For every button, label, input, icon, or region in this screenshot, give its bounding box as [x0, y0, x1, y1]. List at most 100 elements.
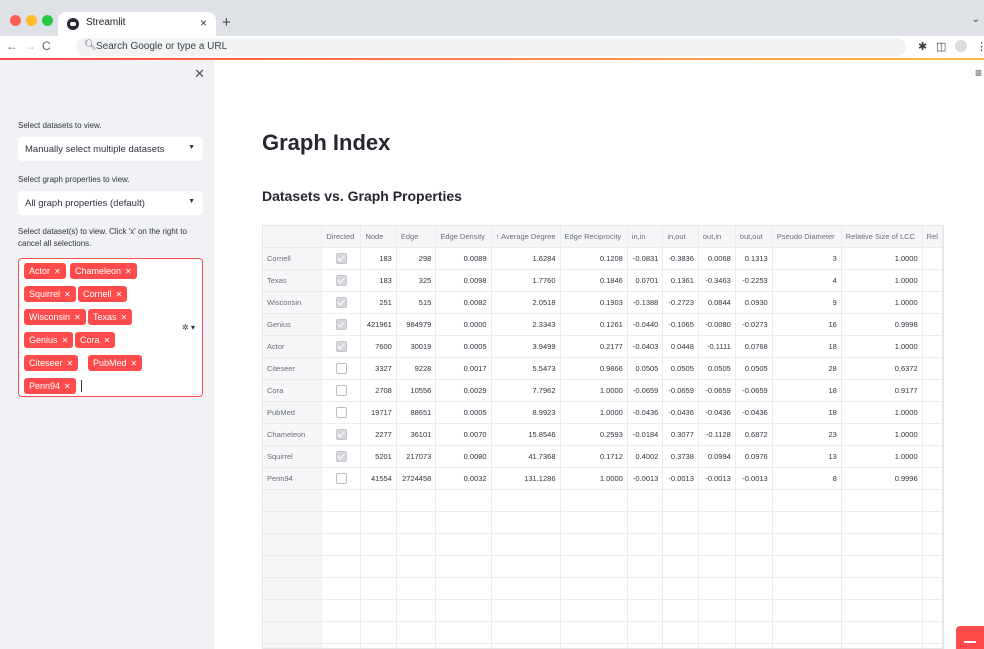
table-cell[interactable]: 0.0098	[435, 269, 492, 292]
table-cell[interactable]: -0.1065	[662, 313, 699, 336]
table-cell[interactable]: 0.0505	[698, 357, 736, 380]
column-header[interactable]: Edge	[396, 226, 437, 248]
table-cell[interactable]: 2.3343	[491, 313, 561, 336]
directed-cell[interactable]	[321, 445, 362, 468]
table-cell[interactable]: 0.9866	[560, 357, 628, 380]
table-cell[interactable]: 0.0080	[435, 445, 492, 468]
table-cell[interactable]: 183	[360, 247, 397, 270]
table-cell[interactable]: -0.0659	[662, 379, 699, 402]
table-cell[interactable]: 18	[772, 379, 842, 402]
table-cell[interactable]: 0.0768	[735, 335, 773, 358]
close-window-button[interactable]	[10, 15, 21, 26]
properties-select[interactable]: All graph properties (default) ▼	[18, 191, 203, 215]
table-cell[interactable]: 1.7760	[491, 269, 561, 292]
side-panel-icon[interactable]: ◫	[936, 40, 946, 53]
chip-penn94[interactable]: Penn94 ✕	[24, 378, 76, 394]
table-cell[interactable]	[922, 313, 943, 336]
table-cell[interactable]: 16	[772, 313, 842, 336]
table-cell[interactable]: 0.1361	[662, 269, 699, 292]
column-header[interactable]: Directed	[321, 226, 362, 248]
chip-cora[interactable]: Cora ✕	[75, 332, 116, 348]
table-cell[interactable]: 1.0000	[841, 269, 923, 292]
table-cell[interactable]: 0.0505	[662, 357, 699, 380]
text-cursor[interactable]	[81, 380, 82, 392]
checkbox-checked-icon[interactable]	[335, 275, 347, 286]
table-cell[interactable]: -0.2253	[735, 269, 773, 292]
back-icon[interactable]: ←	[6, 39, 18, 53]
directed-cell[interactable]	[321, 423, 362, 446]
new-tab-icon[interactable]: +	[222, 14, 231, 31]
table-cell[interactable]: 1.0000	[560, 401, 628, 424]
directed-cell[interactable]	[321, 357, 362, 380]
table-cell[interactable]: -0.3463	[698, 269, 736, 292]
table-cell[interactable]: -0.0403	[627, 335, 664, 358]
row-header[interactable]: Actor	[263, 335, 323, 358]
table-cell[interactable]: -0.0436	[627, 401, 664, 424]
column-header[interactable]: Pseudo Diameter	[772, 226, 842, 248]
profile-avatar-icon[interactable]	[955, 40, 967, 52]
table-cell[interactable]	[922, 379, 943, 402]
chip-genius[interactable]: Genius ✕	[24, 332, 74, 348]
minimize-window-button[interactable]	[26, 15, 37, 26]
table-cell[interactable]	[922, 335, 943, 358]
table-cell[interactable]: -0.0436	[698, 401, 736, 424]
remove-chip-icon[interactable]: ✕	[125, 267, 132, 276]
directed-cell[interactable]	[321, 269, 362, 292]
table-cell[interactable]: 15.8546	[491, 423, 561, 446]
column-header[interactable]: in,in	[627, 226, 664, 248]
table-cell[interactable]: 0.2177	[560, 335, 628, 358]
table-cell[interactable]: 217073	[396, 445, 437, 468]
checkbox-checked-icon[interactable]	[335, 429, 347, 440]
table-cell[interactable]	[922, 357, 943, 380]
table-cell[interactable]: 0.0930	[735, 291, 773, 314]
remove-chip-icon[interactable]: ✕	[74, 313, 81, 322]
table-cell[interactable]: 251	[360, 291, 397, 314]
directed-cell[interactable]	[321, 467, 362, 490]
table-cell[interactable]: 0.0505	[627, 357, 664, 380]
table-cell[interactable]	[922, 291, 943, 314]
table-cell[interactable]: -0.2723	[662, 291, 699, 314]
table-cell[interactable]: 1.0000	[560, 379, 628, 402]
table-cell[interactable]	[922, 467, 943, 490]
tab-search-chevron-icon[interactable]: ⌄	[972, 14, 980, 25]
checkbox-unchecked-icon[interactable]	[335, 363, 347, 374]
table-cell[interactable]: 1.0000	[841, 291, 923, 314]
column-header[interactable]: Edge Reciprocity	[560, 226, 628, 248]
table-cell[interactable]: 0.1208	[560, 247, 628, 270]
table-cell[interactable]: 1.0000	[841, 335, 923, 358]
table-cell[interactable]: 0.0089	[435, 247, 492, 270]
row-header[interactable]: Squirrel	[263, 445, 323, 468]
table-cell[interactable]: -0.0273	[735, 313, 773, 336]
multiselect-controls-icon[interactable]: ✲ ▾	[182, 323, 195, 332]
table-cell[interactable]: 1.0000	[841, 423, 923, 446]
table-cell[interactable]: 2.0518	[491, 291, 561, 314]
table-cell[interactable]: -0.1128	[698, 423, 736, 446]
table-cell[interactable]: 183	[360, 269, 397, 292]
close-sidebar-icon[interactable]: ✕	[194, 66, 205, 82]
row-header[interactable]: Citeseer	[263, 357, 323, 380]
directed-cell[interactable]	[321, 247, 362, 270]
row-header[interactable]: PubMed	[263, 401, 323, 424]
table-cell[interactable]: 9228	[396, 357, 437, 380]
table-cell[interactable]: 0.0068	[698, 247, 736, 270]
table-cell[interactable]: -0.0659	[698, 379, 736, 402]
row-header[interactable]: Genius	[263, 313, 323, 336]
table-cell[interactable]: 18	[772, 401, 842, 424]
table-cell[interactable]: 3	[772, 247, 842, 270]
browser-tab[interactable]: Streamlit ×	[58, 12, 216, 36]
column-header[interactable]: in,out	[662, 226, 699, 248]
table-cell[interactable]	[922, 401, 943, 424]
table-cell[interactable]: 3327	[360, 357, 397, 380]
chip-wisconsin[interactable]: Wisconsin ✕	[24, 309, 86, 325]
checkbox-checked-icon[interactable]	[335, 341, 347, 352]
table-cell[interactable]: 8	[772, 467, 842, 490]
remove-chip-icon[interactable]: ✕	[62, 336, 69, 345]
table-cell[interactable]: 0.0005	[435, 401, 492, 424]
table-cell[interactable]: 131.1286	[491, 467, 561, 490]
row-header[interactable]: Cornell	[263, 247, 323, 270]
table-cell[interactable]: 0.4002	[627, 445, 664, 468]
table-cell[interactable]: 9	[772, 291, 842, 314]
table-cell[interactable]: 0.0976	[735, 445, 773, 468]
column-header[interactable]: out,out	[735, 226, 773, 248]
table-cell[interactable]: 421961	[360, 313, 397, 336]
